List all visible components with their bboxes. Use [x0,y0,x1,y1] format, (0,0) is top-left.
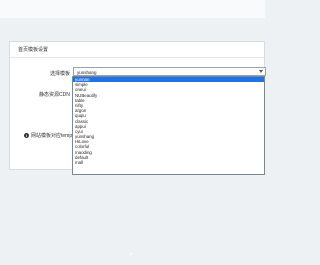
page-indicator-dot [130,253,132,255]
template-select-value: yunshang [77,69,97,75]
info-text: 网站模板对应templ [31,133,74,139]
info-note: i 网站模板对应templ [24,132,73,139]
panel-title: 首页模板设置 [18,47,49,53]
panel-header: 首页模板设置 [10,42,264,58]
dropdown-option[interactable]: mall [73,160,264,165]
info-icon: i [24,133,29,138]
static-cdn-label: 静态资源CDN [39,92,70,98]
template-select[interactable]: yunshang [73,67,266,76]
top-bar [0,0,265,18]
template-dropdown-list[interactable]: yunnan simple oneui NUBeautify table nifty arg… [72,76,265,175]
template-label: 选择模板 [50,71,71,77]
chevron-down-icon [259,70,263,73]
